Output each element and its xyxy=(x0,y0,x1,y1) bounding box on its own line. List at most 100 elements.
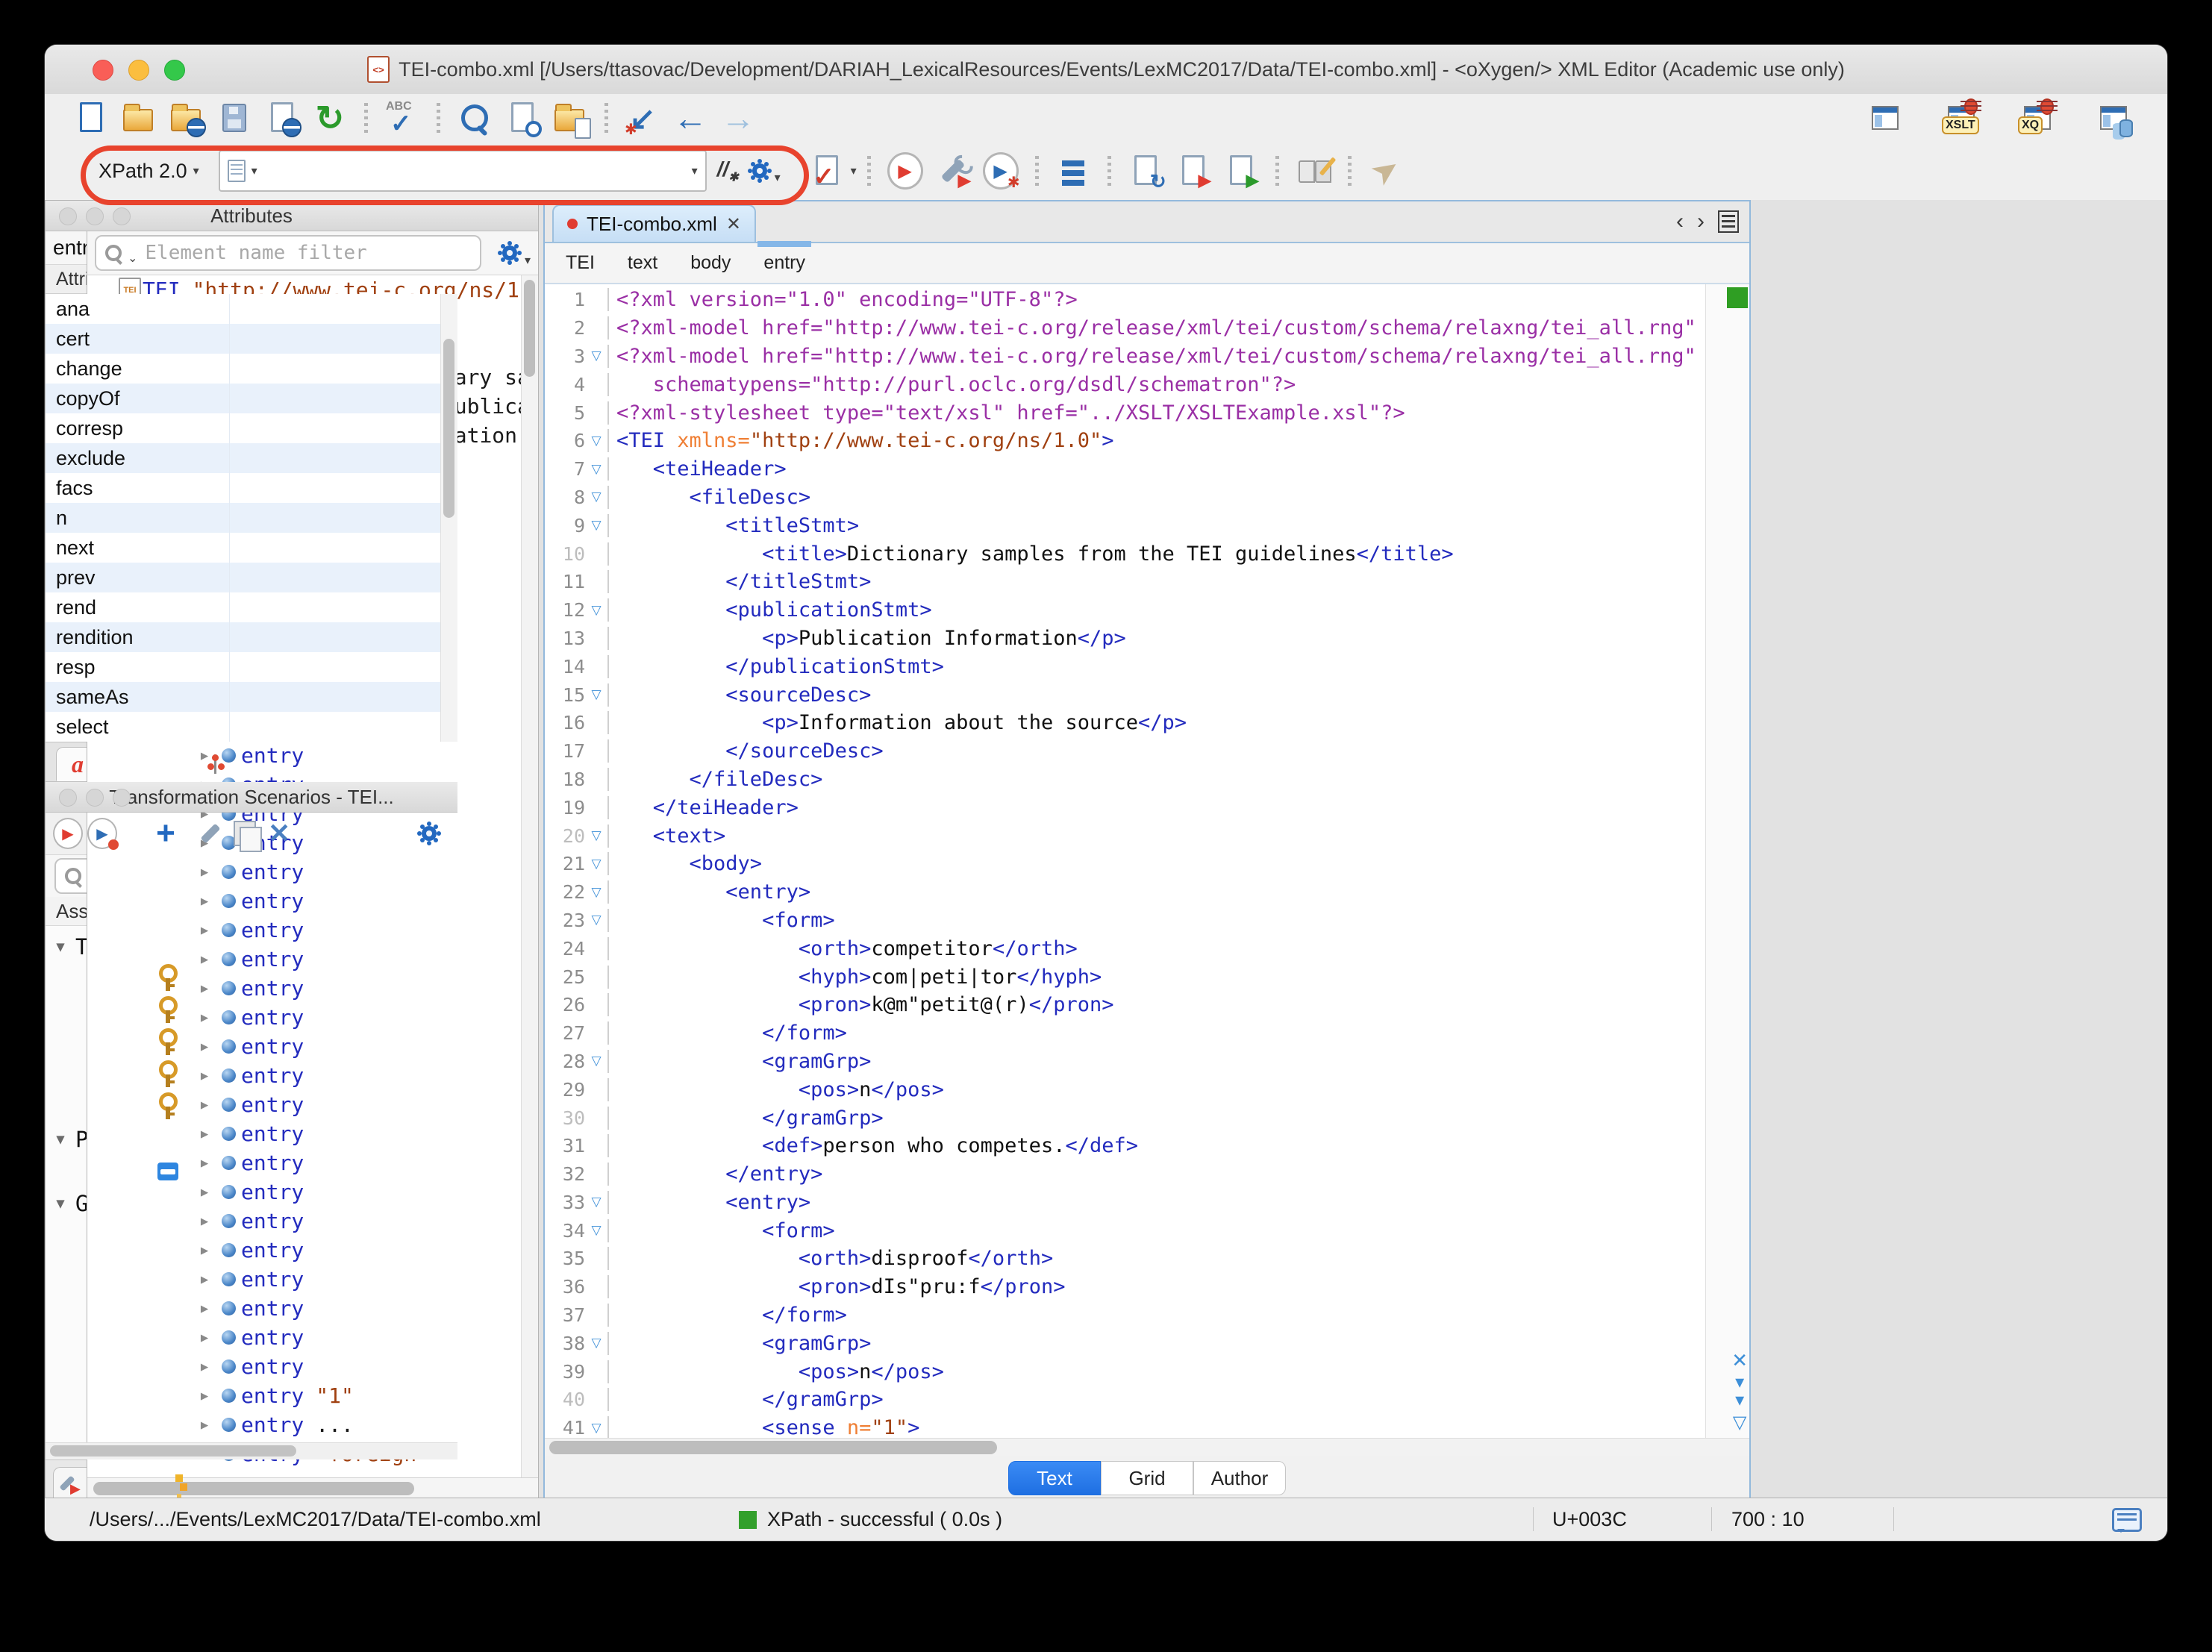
edit-scenario-button[interactable] xyxy=(196,819,225,848)
expand-arrow-icon[interactable]: ▶ xyxy=(193,981,216,996)
attribute-row[interactable]: change xyxy=(46,354,457,384)
pull-changes-button[interactable]: ▶ xyxy=(1223,153,1259,189)
xslt-debugger-perspective-icon[interactable]: XSLT xyxy=(1943,100,1979,136)
zoom-window-button[interactable] xyxy=(164,60,185,81)
outline-tree-item[interactable]: ▶entry xyxy=(87,916,538,945)
code-line[interactable]: 28▽ <gramGrp> xyxy=(545,1048,1706,1076)
xpath-expression-input[interactable] xyxy=(263,159,686,184)
code-line[interactable]: 1<?xml version="1.0" encoding="UTF-8"?> xyxy=(545,286,1706,314)
code-line[interactable]: 11 </titleStmt> xyxy=(545,568,1706,596)
view-tab-grid[interactable]: Grid xyxy=(1101,1461,1193,1495)
outline-tree-item[interactable]: ▶entry xyxy=(87,857,538,886)
collapse-arrow-icon[interactable]: ▼ xyxy=(46,939,75,955)
outline-tree-item[interactable]: ▶entry xyxy=(87,1032,538,1061)
next-editor-icon[interactable]: › xyxy=(1697,209,1705,234)
find-replace-in-files-button[interactable] xyxy=(552,100,588,136)
fold-toggle-icon[interactable]: ▽ xyxy=(585,603,607,618)
prev-editor-icon[interactable]: ‹ xyxy=(1676,209,1684,234)
xquery-debugger-perspective-icon[interactable]: XQ xyxy=(2019,100,2055,136)
code-line[interactable]: 37 </form> xyxy=(545,1301,1706,1330)
next-marker-icon[interactable]: ▾▾ xyxy=(1735,1374,1744,1409)
refresh-references-button[interactable]: ↻ xyxy=(1128,153,1163,189)
code-line[interactable]: 3▽<?xml-model href="http://www.tei-c.org… xyxy=(545,342,1706,371)
breadcrumb-item-tei[interactable]: TEI xyxy=(564,249,596,277)
expand-arrow-icon[interactable]: ▶ xyxy=(193,894,216,909)
validate-button[interactable]: ✓ xyxy=(809,153,845,189)
attribute-row[interactable]: rend xyxy=(46,592,457,622)
editor-horizontal-scrollbar[interactable] xyxy=(545,1438,1749,1457)
outline-settings-button[interactable]: ▾ xyxy=(489,238,531,268)
fold-toggle-icon[interactable]: ▽ xyxy=(585,434,607,448)
code-area[interactable]: 1<?xml version="1.0" encoding="UTF-8"?>2… xyxy=(545,284,1749,1438)
scrollbar-thumb[interactable] xyxy=(443,339,454,518)
xpath-scope-icon[interactable] xyxy=(228,160,246,182)
editor-list-icon[interactable] xyxy=(1718,210,1739,233)
expand-arrow-icon[interactable]: ▶ xyxy=(193,1039,216,1054)
code-line[interactable]: 23▽ <form> xyxy=(545,907,1706,935)
fold-toggle-icon[interactable]: ▽ xyxy=(585,828,607,843)
outline-tree-item[interactable]: ▶entry xyxy=(87,886,538,916)
scenarios-horizontal-scrollbar[interactable] xyxy=(46,1442,457,1459)
find-in-files-button[interactable] xyxy=(504,100,540,136)
code-line[interactable]: 25 <hyph>com|peti|tor</hyph> xyxy=(545,963,1706,991)
expand-arrow-icon[interactable]: ▶ xyxy=(193,923,216,938)
code-line[interactable]: 22▽ <entry> xyxy=(545,878,1706,907)
editor-tab[interactable]: TEI-combo.xml ✕ xyxy=(552,204,756,242)
code-line[interactable]: 5<?xml-stylesheet type="text/xsl" href="… xyxy=(545,398,1706,427)
breadcrumb-item-body[interactable]: body xyxy=(689,249,732,277)
debug-scenario-button[interactable]: ▶ xyxy=(87,819,117,848)
scenarios-panel-header[interactable]: Transformation Scenarios - TEI... xyxy=(46,782,457,813)
code-line[interactable]: 2<?xml-model href="http://www.tei-c.org/… xyxy=(545,314,1706,342)
xpath-builder-icon[interactable]: //✱ xyxy=(717,157,739,185)
outline-tree-item[interactable]: ▶entry xyxy=(87,1236,538,1265)
expand-arrow-icon[interactable]: ▶ xyxy=(193,1243,216,1258)
outline-vertical-scrollbar[interactable] xyxy=(521,275,538,1477)
outline-tree-item[interactable]: ▶entry xyxy=(87,1265,538,1294)
outline-horizontal-scrollbar[interactable] xyxy=(87,1477,538,1499)
expand-arrow-icon[interactable]: ▶ xyxy=(193,1301,216,1316)
database-perspective-icon[interactable] xyxy=(2096,100,2131,136)
close-window-button[interactable] xyxy=(93,60,113,81)
xpath-combo-box[interactable]: ▾ ▾ xyxy=(219,150,707,192)
code-line[interactable]: 13 <p>Publication Information</p> xyxy=(545,625,1706,653)
scrollbar-thumb[interactable] xyxy=(93,1482,414,1495)
code-line[interactable]: 27 </form> xyxy=(545,1019,1706,1048)
code-line[interactable]: 30 </gramGrp> xyxy=(545,1104,1706,1132)
code-line[interactable]: 16 <p>Information about the source</p> xyxy=(545,709,1706,737)
code-line[interactable]: 17 </sourceDesc> xyxy=(545,737,1706,766)
format-indent-button[interactable] xyxy=(1055,153,1091,189)
code-line[interactable]: 8▽ <fileDesc> xyxy=(545,484,1706,512)
expand-arrow-icon[interactable]: ▶ xyxy=(193,1360,216,1374)
configure-transformation-button[interactable]: ▶ xyxy=(935,153,971,189)
notifications-icon[interactable] xyxy=(2112,1508,2142,1532)
attribute-row[interactable]: n xyxy=(46,503,457,533)
attributes-panel-header[interactable]: Attributes xyxy=(46,201,457,231)
fold-toggle-icon[interactable]: ▽ xyxy=(585,518,607,533)
push-changes-button[interactable]: ▶ xyxy=(1175,153,1211,189)
code-line[interactable]: 10 <title>Dictionary samples from the TE… xyxy=(545,539,1706,568)
attribute-row[interactable]: corresp xyxy=(46,413,457,443)
open-url-button[interactable] xyxy=(169,100,204,136)
expand-arrow-icon[interactable]: ▶ xyxy=(193,1010,216,1025)
find-replace-button[interactable] xyxy=(457,100,493,136)
code-line[interactable]: 32 </entry> xyxy=(545,1160,1706,1189)
expand-arrow-icon[interactable]: ▶ xyxy=(193,1418,216,1433)
attribute-row[interactable]: next xyxy=(46,533,457,563)
xpath-version-dropdown[interactable]: XPath 2.0▾ xyxy=(99,160,199,183)
open-file-button[interactable] xyxy=(121,100,157,136)
fold-toggle-icon[interactable]: ▽ xyxy=(585,1421,607,1436)
code-line[interactable]: 7▽ <teiHeader> xyxy=(545,455,1706,484)
fold-toggle-icon[interactable]: ▽ xyxy=(585,885,607,900)
outline-filter-field[interactable]: ⌄ xyxy=(95,235,481,271)
clear-highlights-icon[interactable]: ✕ xyxy=(1731,1351,1748,1369)
outline-tree-item[interactable]: ▶entry... xyxy=(87,1410,538,1439)
code-line[interactable]: 18 </fileDesc> xyxy=(545,766,1706,794)
outline-tree-item[interactable]: ▶entry xyxy=(87,1119,538,1148)
back-button[interactable]: ← xyxy=(672,100,708,136)
attribute-row[interactable]: prev xyxy=(46,563,457,592)
attribute-row[interactable]: copyOf xyxy=(46,384,457,413)
save-to-url-button[interactable] xyxy=(264,100,300,136)
outline-tree-item[interactable]: ▶entry xyxy=(87,1323,538,1352)
attributes-scrollbar[interactable] xyxy=(440,294,457,742)
go-to-last-modification-button[interactable]: ↙✱ xyxy=(625,100,660,136)
